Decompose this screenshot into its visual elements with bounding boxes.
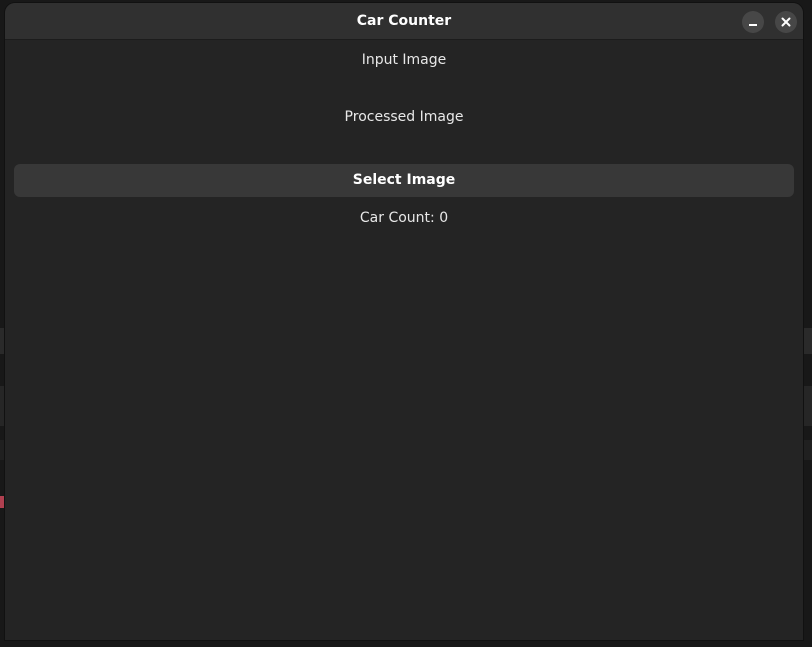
processed-image-label: Processed Image	[344, 109, 464, 125]
close-button[interactable]	[775, 11, 797, 33]
window-title: Car Counter	[356, 13, 452, 29]
car-count-label: Car Count: 0	[359, 210, 449, 226]
select-image-button[interactable]: Select Image	[14, 164, 794, 197]
input-image-label: Input Image	[361, 52, 447, 68]
background-mark	[0, 496, 4, 508]
title-bar[interactable]: Car Counter	[5, 3, 803, 40]
close-icon	[781, 17, 791, 27]
minimize-button[interactable]	[742, 11, 764, 33]
app-window: Car Counter Input Image Processed Image …	[5, 3, 803, 640]
minimize-icon	[749, 24, 757, 26]
